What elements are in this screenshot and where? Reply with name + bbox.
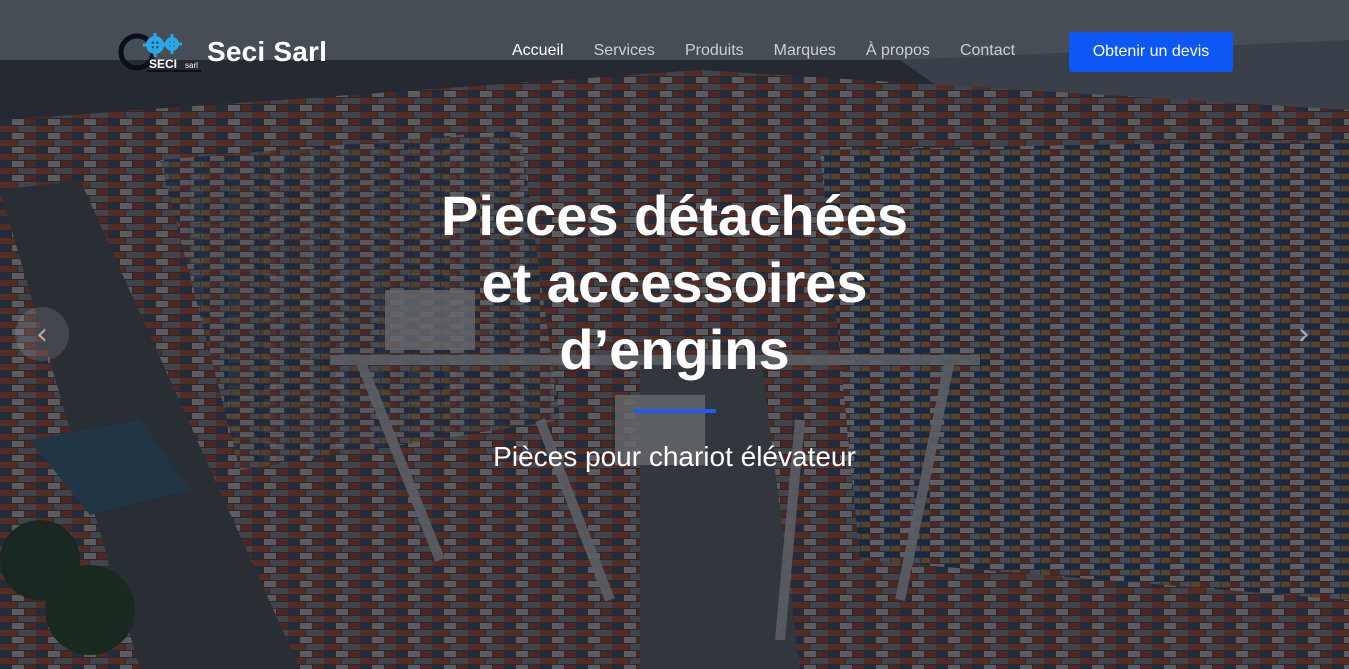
- carousel-next-button[interactable]: ›: [1277, 307, 1331, 361]
- brand-name: Seci Sarl: [207, 36, 328, 67]
- chevron-right-icon: ›: [1298, 316, 1310, 352]
- site-header: SECI sarl Seci Sarl Accueil Services Pro…: [0, 0, 1349, 105]
- chevron-left-icon: ‹: [36, 316, 48, 352]
- get-quote-button[interactable]: Obtenir un devis: [1069, 32, 1233, 72]
- carousel-prev-button[interactable]: ‹: [15, 307, 69, 361]
- title-divider: [633, 409, 716, 413]
- hero-subtitle: Pièces pour chariot élévateur: [493, 441, 856, 472]
- logo[interactable]: SECI sarl Seci Sarl: [117, 30, 327, 74]
- nav-item-produits[interactable]: Produits: [685, 42, 744, 60]
- nav-item-marques[interactable]: Marques: [774, 42, 836, 60]
- hero-title-line-3: d’engins: [559, 318, 790, 381]
- hero-title: Pieces détachées et accessoires d’engins: [395, 182, 955, 383]
- hero-section: SECI sarl Seci Sarl Accueil Services Pro…: [0, 0, 1349, 669]
- gear-logo-icon: SECI sarl: [117, 30, 203, 74]
- hero-title-line-2: et accessoires: [481, 251, 868, 314]
- nav-item-accueil[interactable]: Accueil: [512, 42, 564, 60]
- hero-content: Pieces détachées et accessoires d’engins…: [0, 182, 1349, 473]
- nav-item-contact[interactable]: Contact: [960, 42, 1015, 60]
- nav-item-services[interactable]: Services: [594, 42, 655, 60]
- hero-title-line-1: Pieces détachées: [441, 184, 908, 247]
- main-nav: Accueil Services Produits Marques À prop…: [512, 42, 1045, 60]
- nav-item-a-propos[interactable]: À propos: [866, 42, 930, 60]
- logo-text: SECI: [149, 57, 177, 71]
- logo-subtext: sarl: [185, 61, 198, 70]
